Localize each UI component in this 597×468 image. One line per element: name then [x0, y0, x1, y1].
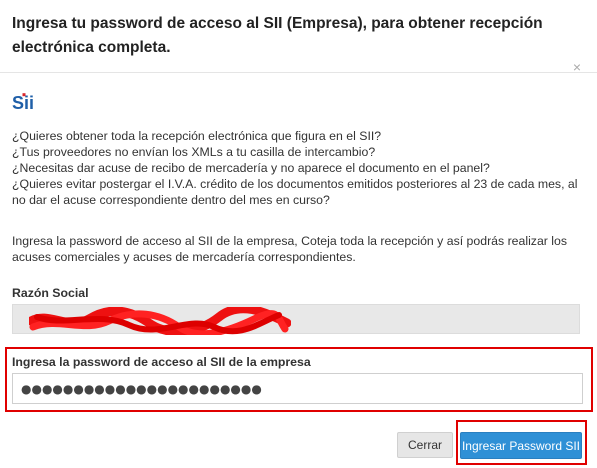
razon-social-label: Razón Social [12, 286, 89, 300]
sii-logo: Sii [12, 93, 34, 112]
close-icon[interactable]: × [573, 60, 581, 74]
question-line: ¿Necesitas dar acuse de recibo de mercad… [12, 161, 490, 175]
password-input[interactable] [12, 373, 583, 404]
modal-dialog: Ingresa tu password de acceso al SII (Em… [0, 0, 597, 468]
question-line: ¿Quieres evitar postergar el I.V.A. créd… [12, 177, 578, 207]
info-text: Ingresa la password de acceso al SII de … [12, 234, 568, 264]
modal-header: Ingresa tu password de acceso al SII (Em… [0, 0, 597, 74]
submit-password-button[interactable]: Ingresar Password SII [460, 432, 582, 459]
redaction-scribble [29, 307, 291, 335]
password-label: Ingresa la password de acceso al SII de … [12, 355, 311, 369]
questions-block: ¿Quieres obtener toda la recepción elect… [12, 128, 587, 208]
modal-title: Ingresa tu password de acceso al SII (Em… [12, 15, 543, 56]
close-button[interactable]: Cerrar [397, 432, 453, 458]
question-line: ¿Tus proveedores no envían los XMLs a tu… [12, 145, 376, 159]
razon-social-field [12, 304, 580, 335]
question-line: ¿Quieres obtener toda la recepción elect… [12, 129, 382, 143]
